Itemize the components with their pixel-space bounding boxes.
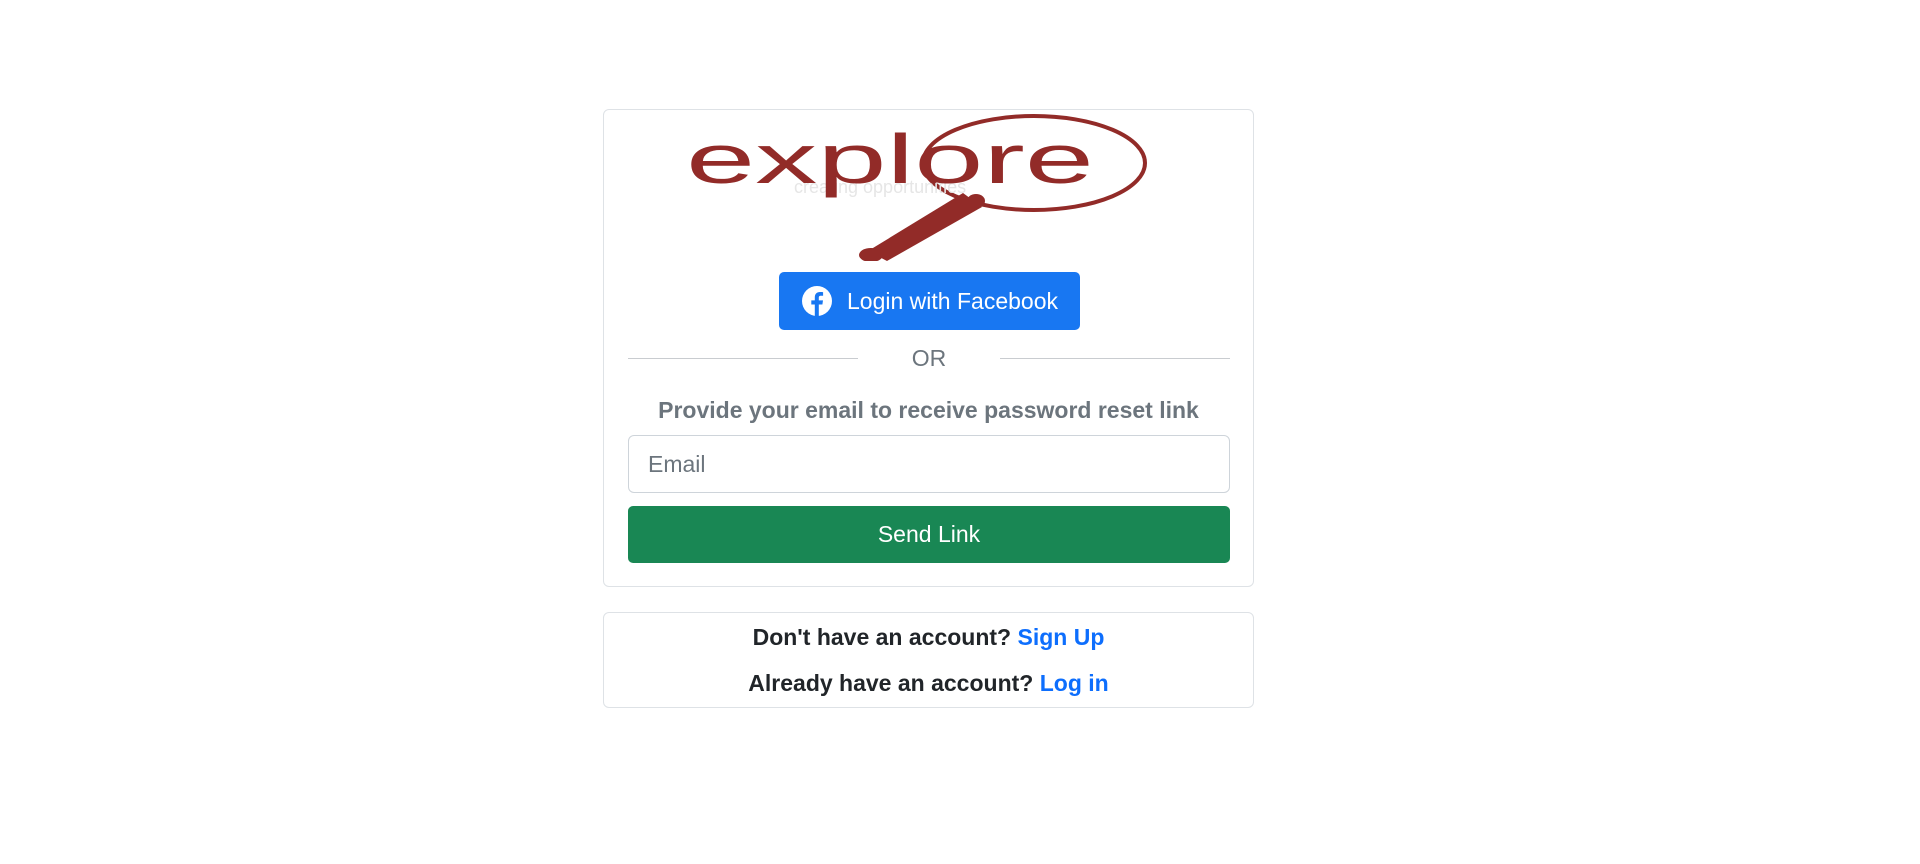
account-links-card: Don't have an account? Sign Up Already h…: [603, 612, 1254, 708]
send-link-button[interactable]: Send Link: [628, 506, 1230, 563]
or-divider: OR: [628, 341, 1230, 375]
explore-logo: creating opportunities explore: [686, 114, 1147, 261]
divider-text: OR: [911, 345, 947, 371]
reset-instructions: Provide your email to receive password r…: [658, 397, 1199, 423]
facebook-icon: [802, 286, 833, 316]
logo-wordmark: explore: [686, 120, 1094, 198]
facebook-button-label: Login with Facebook: [847, 287, 1058, 314]
login-prompt: Already have an account?: [748, 670, 1034, 696]
login-row: Already have an account? Log in: [604, 660, 1253, 706]
signup-prompt: Don't have an account?: [752, 624, 1012, 650]
reset-password-card: creating opportunities explore Login wit…: [603, 109, 1254, 587]
email-input[interactable]: [628, 435, 1230, 493]
log-in-link[interactable]: Log in: [1040, 670, 1109, 696]
divider-line-left: [628, 358, 858, 359]
signup-row: Don't have an account? Sign Up: [604, 614, 1253, 660]
sign-up-link[interactable]: Sign Up: [1018, 624, 1105, 650]
login-with-facebook-button[interactable]: Login with Facebook: [779, 272, 1080, 330]
divider-line-right: [1000, 358, 1230, 359]
